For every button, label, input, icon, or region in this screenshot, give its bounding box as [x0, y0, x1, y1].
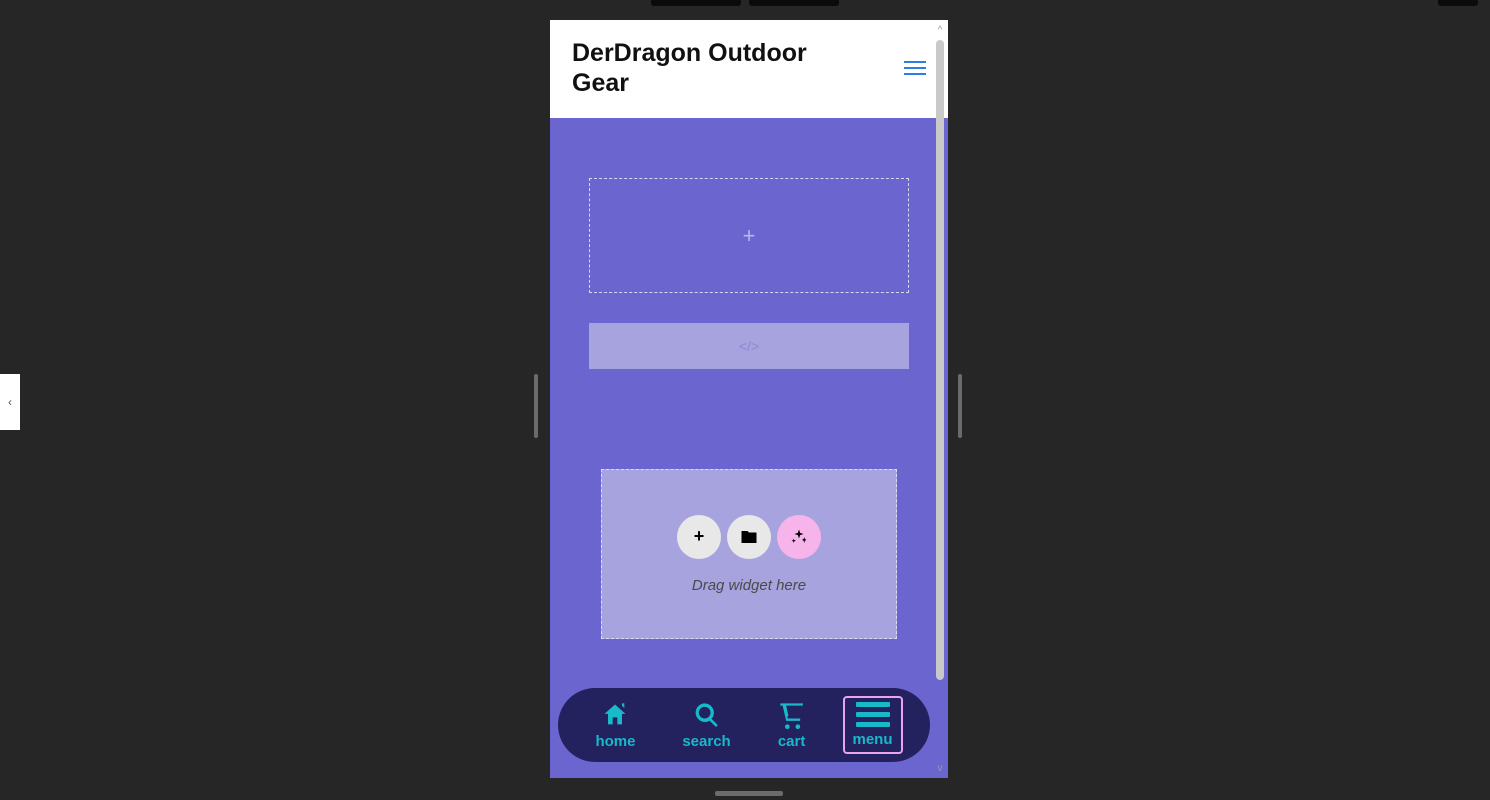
hamburger-menu-icon[interactable] [904, 61, 926, 75]
expand-left-panel-button[interactable]: ‹ [0, 374, 20, 430]
drop-zone-actions: + [677, 515, 821, 559]
skeleton-block[interactable]: </> [589, 323, 909, 369]
bottom-nav: home search cart menu [558, 688, 930, 762]
menu-icon [856, 702, 890, 727]
sparkle-icon [790, 528, 808, 546]
nav-cart[interactable]: cart [768, 695, 816, 756]
add-content-placeholder[interactable]: + [589, 178, 909, 293]
scrollbar[interactable]: ^ v [934, 24, 946, 774]
widget-drop-zone[interactable]: + Drag widget here [601, 469, 897, 639]
top-tab[interactable] [749, 0, 839, 6]
code-icon: </> [739, 338, 759, 354]
top-tab-strip [0, 0, 1490, 6]
top-tab-corner[interactable] [1438, 0, 1478, 6]
top-tab[interactable] [651, 0, 741, 6]
home-icon [601, 701, 629, 729]
plus-icon: + [694, 526, 705, 547]
resize-handle-left[interactable] [534, 374, 538, 438]
mobile-preview-frame: DerDragon Outdoor Gear + </> + [550, 20, 948, 778]
ai-widget-button[interactable] [777, 515, 821, 559]
resize-handle-right[interactable] [958, 374, 962, 438]
scroll-down-icon[interactable]: v [934, 762, 946, 774]
site-header: DerDragon Outdoor Gear [550, 20, 948, 118]
nav-label: menu [853, 731, 893, 748]
cart-icon [778, 701, 806, 729]
folder-icon [740, 528, 758, 546]
browse-widget-button[interactable] [727, 515, 771, 559]
nav-label: home [595, 733, 635, 750]
plus-icon: + [743, 223, 756, 249]
hero-section: + </> + Drag widget here [550, 118, 948, 778]
scrollbar-thumb[interactable] [936, 40, 944, 680]
nav-search[interactable]: search [672, 695, 740, 756]
nav-label: search [682, 733, 730, 750]
nav-label: cart [778, 733, 806, 750]
nav-menu[interactable]: menu [843, 696, 903, 754]
nav-home[interactable]: home [585, 695, 645, 756]
add-widget-button[interactable]: + [677, 515, 721, 559]
drop-zone-hint: Drag widget here [692, 577, 806, 594]
search-icon [693, 701, 721, 729]
resize-handle-bottom[interactable] [715, 791, 783, 796]
chevron-left-icon: ‹ [8, 395, 12, 409]
site-title: DerDragon Outdoor Gear [572, 38, 852, 98]
scroll-up-icon[interactable]: ^ [934, 24, 946, 36]
